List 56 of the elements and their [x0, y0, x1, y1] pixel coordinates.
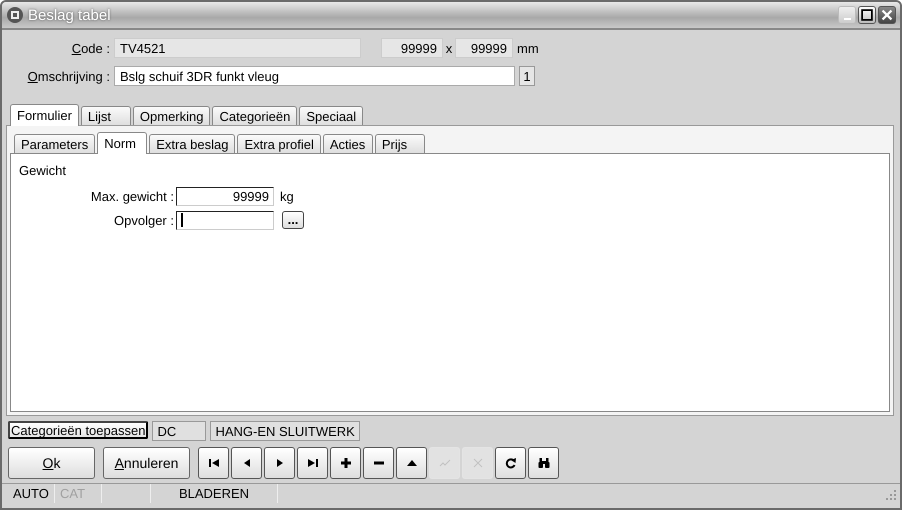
- height-field[interactable]: 99999: [455, 38, 513, 58]
- cancel-button[interactable]: Annuleren: [103, 447, 190, 479]
- code-field[interactable]: TV4521: [114, 38, 361, 58]
- field-label: Opvolger :: [113, 212, 175, 228]
- group-label: Gewicht: [19, 163, 67, 178]
- plus-icon: [340, 457, 352, 469]
- status-panel: BLADEREN: [151, 484, 278, 503]
- apply-categories-button[interactable]: Categorieën toepassen: [8, 421, 148, 439]
- tab[interactable]: Speciaal: [299, 106, 364, 125]
- maximize-icon: [859, 6, 875, 24]
- next-button[interactable]: [264, 447, 295, 479]
- search-button[interactable]: [528, 447, 559, 479]
- description-field[interactable]: Bslg schuif 3DR funkt vleug: [114, 66, 515, 86]
- unit-label: kg: [280, 188, 294, 204]
- up-button[interactable]: [396, 447, 427, 479]
- window-title: Beslag tabel: [28, 6, 112, 24]
- first-button[interactable]: [198, 447, 229, 479]
- successor-field[interactable]: [176, 210, 274, 230]
- tab[interactable]: Parameters: [14, 134, 96, 153]
- last-button[interactable]: [297, 447, 328, 479]
- tab[interactable]: Lijst: [80, 106, 131, 125]
- remove-button[interactable]: [363, 447, 394, 479]
- count-badge: 1: [519, 66, 535, 86]
- skip-back-icon: [208, 457, 220, 469]
- weight-field[interactable]: 99999: [176, 186, 274, 206]
- tab[interactable]: Prijs: [374, 134, 425, 153]
- skip-forward-icon: [306, 457, 318, 469]
- field-label: Max. gewicht :: [90, 188, 175, 204]
- app-icon: [6, 6, 24, 24]
- refresh-icon: [504, 457, 516, 469]
- refresh-button[interactable]: [495, 447, 526, 479]
- width-field[interactable]: 99999: [381, 38, 443, 58]
- category-value: DC: [152, 421, 206, 441]
- close-button[interactable]: [878, 6, 896, 24]
- tab[interactable]: Categorieën: [212, 106, 298, 125]
- maximize-button[interactable]: [858, 6, 876, 24]
- tab[interactable]: Formulier: [10, 104, 79, 126]
- cross-icon: [472, 457, 484, 469]
- unit-label: mm: [516, 40, 540, 56]
- tab[interactable]: Norm: [97, 132, 148, 154]
- tab[interactable]: Extra beslag: [149, 134, 236, 153]
- field-label: Code :: [70, 40, 111, 56]
- browse-button[interactable]: ...: [282, 211, 304, 229]
- field-label: Omschrijving :: [26, 68, 111, 84]
- check-icon: [438, 457, 450, 469]
- minimize-icon: [844, 18, 850, 20]
- binoculars-icon: [538, 457, 550, 469]
- status-panel: AUTO: [8, 484, 55, 503]
- tab[interactable]: Acties: [322, 134, 373, 153]
- ok-button[interactable]: Ok: [8, 447, 95, 479]
- tab[interactable]: Opmerking: [132, 106, 210, 125]
- tab[interactable]: Extra profiel: [237, 134, 321, 153]
- add-button[interactable]: [330, 447, 361, 479]
- times-sign: x: [444, 40, 454, 56]
- previous-button[interactable]: [231, 447, 262, 479]
- category-value: HANG-EN SLUITWERK: [210, 421, 360, 441]
